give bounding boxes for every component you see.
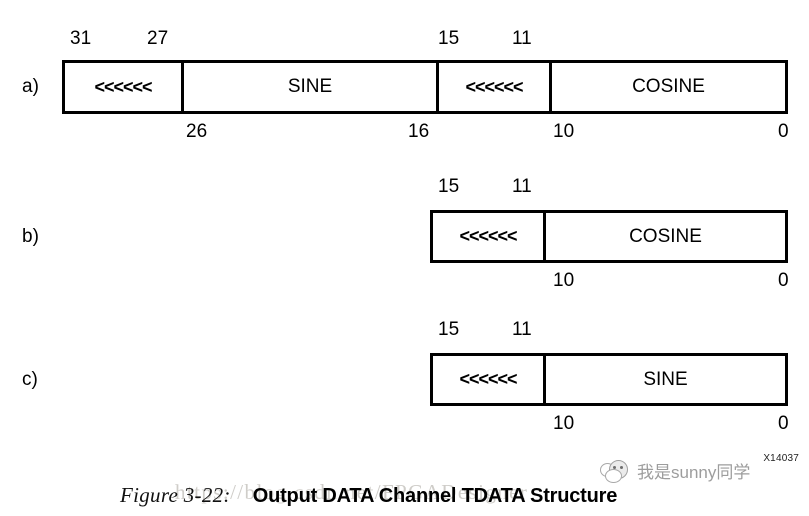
cloud-face-icon [600,459,634,483]
bit-label-a-top-15: 15 [438,28,460,49]
figure-caption-title: Output DATA Channel TDATA Structure [252,485,618,507]
register-cell-sine: SINE [181,63,436,111]
bit-label-a-bottom-10: 10 [553,121,575,142]
row-label-b: b) [22,226,39,247]
bit-label-b-top-11: 11 [512,176,532,197]
watermark-brand-text: 我是sunny同学 [637,463,751,482]
row-label-c: c) [22,369,38,390]
register-cell-cosine: COSINE [543,213,785,260]
register-row-b: <<<<<< COSINE [430,210,788,263]
figure-caption-number: Figure 3-22: [120,483,231,507]
register-cell-sine: SINE [543,356,785,403]
register-cell-padding: <<<<<< [459,226,517,246]
bit-label-c-bottom-10: 10 [553,413,575,434]
watermark-brand: 我是sunny同学 [600,458,750,483]
bit-label-c-top-11: 11 [512,319,532,340]
bit-label-a-top-11: 11 [512,28,532,49]
register-cell-cosine: COSINE [549,63,785,111]
figure-id-label: X14037 [763,453,799,464]
bit-label-c-bottom-0: 0 [778,413,789,434]
bit-label-c-top-15: 15 [438,319,460,340]
bit-label-a-top-27: 27 [147,28,169,49]
row-label-a: a) [22,76,39,97]
bit-label-a-bottom-26: 26 [186,121,208,142]
bit-label-a-bottom-0: 0 [778,121,789,142]
register-row-c: <<<<<< SINE [430,353,788,406]
register-row-a: <<<<<< SINE <<<<<< COSINE [62,60,788,114]
register-cell-padding: <<<<<< [459,369,517,389]
bit-label-a-top-31: 31 [70,28,92,49]
bit-label-b-bottom-10: 10 [553,270,575,291]
register-cell-padding: <<<<<< [436,63,549,111]
bit-label-b-bottom-0: 0 [778,270,789,291]
bit-label-b-top-15: 15 [438,176,460,197]
figure-caption: Figure 3-22: Output DATA Channel TDATA S… [120,483,617,508]
figure-canvas: a) 31 27 15 11 <<<<<< SINE <<<<<< COSINE… [0,0,809,516]
register-cell-padding: <<<<<< [94,76,152,97]
bit-label-a-bottom-16: 16 [408,121,430,142]
